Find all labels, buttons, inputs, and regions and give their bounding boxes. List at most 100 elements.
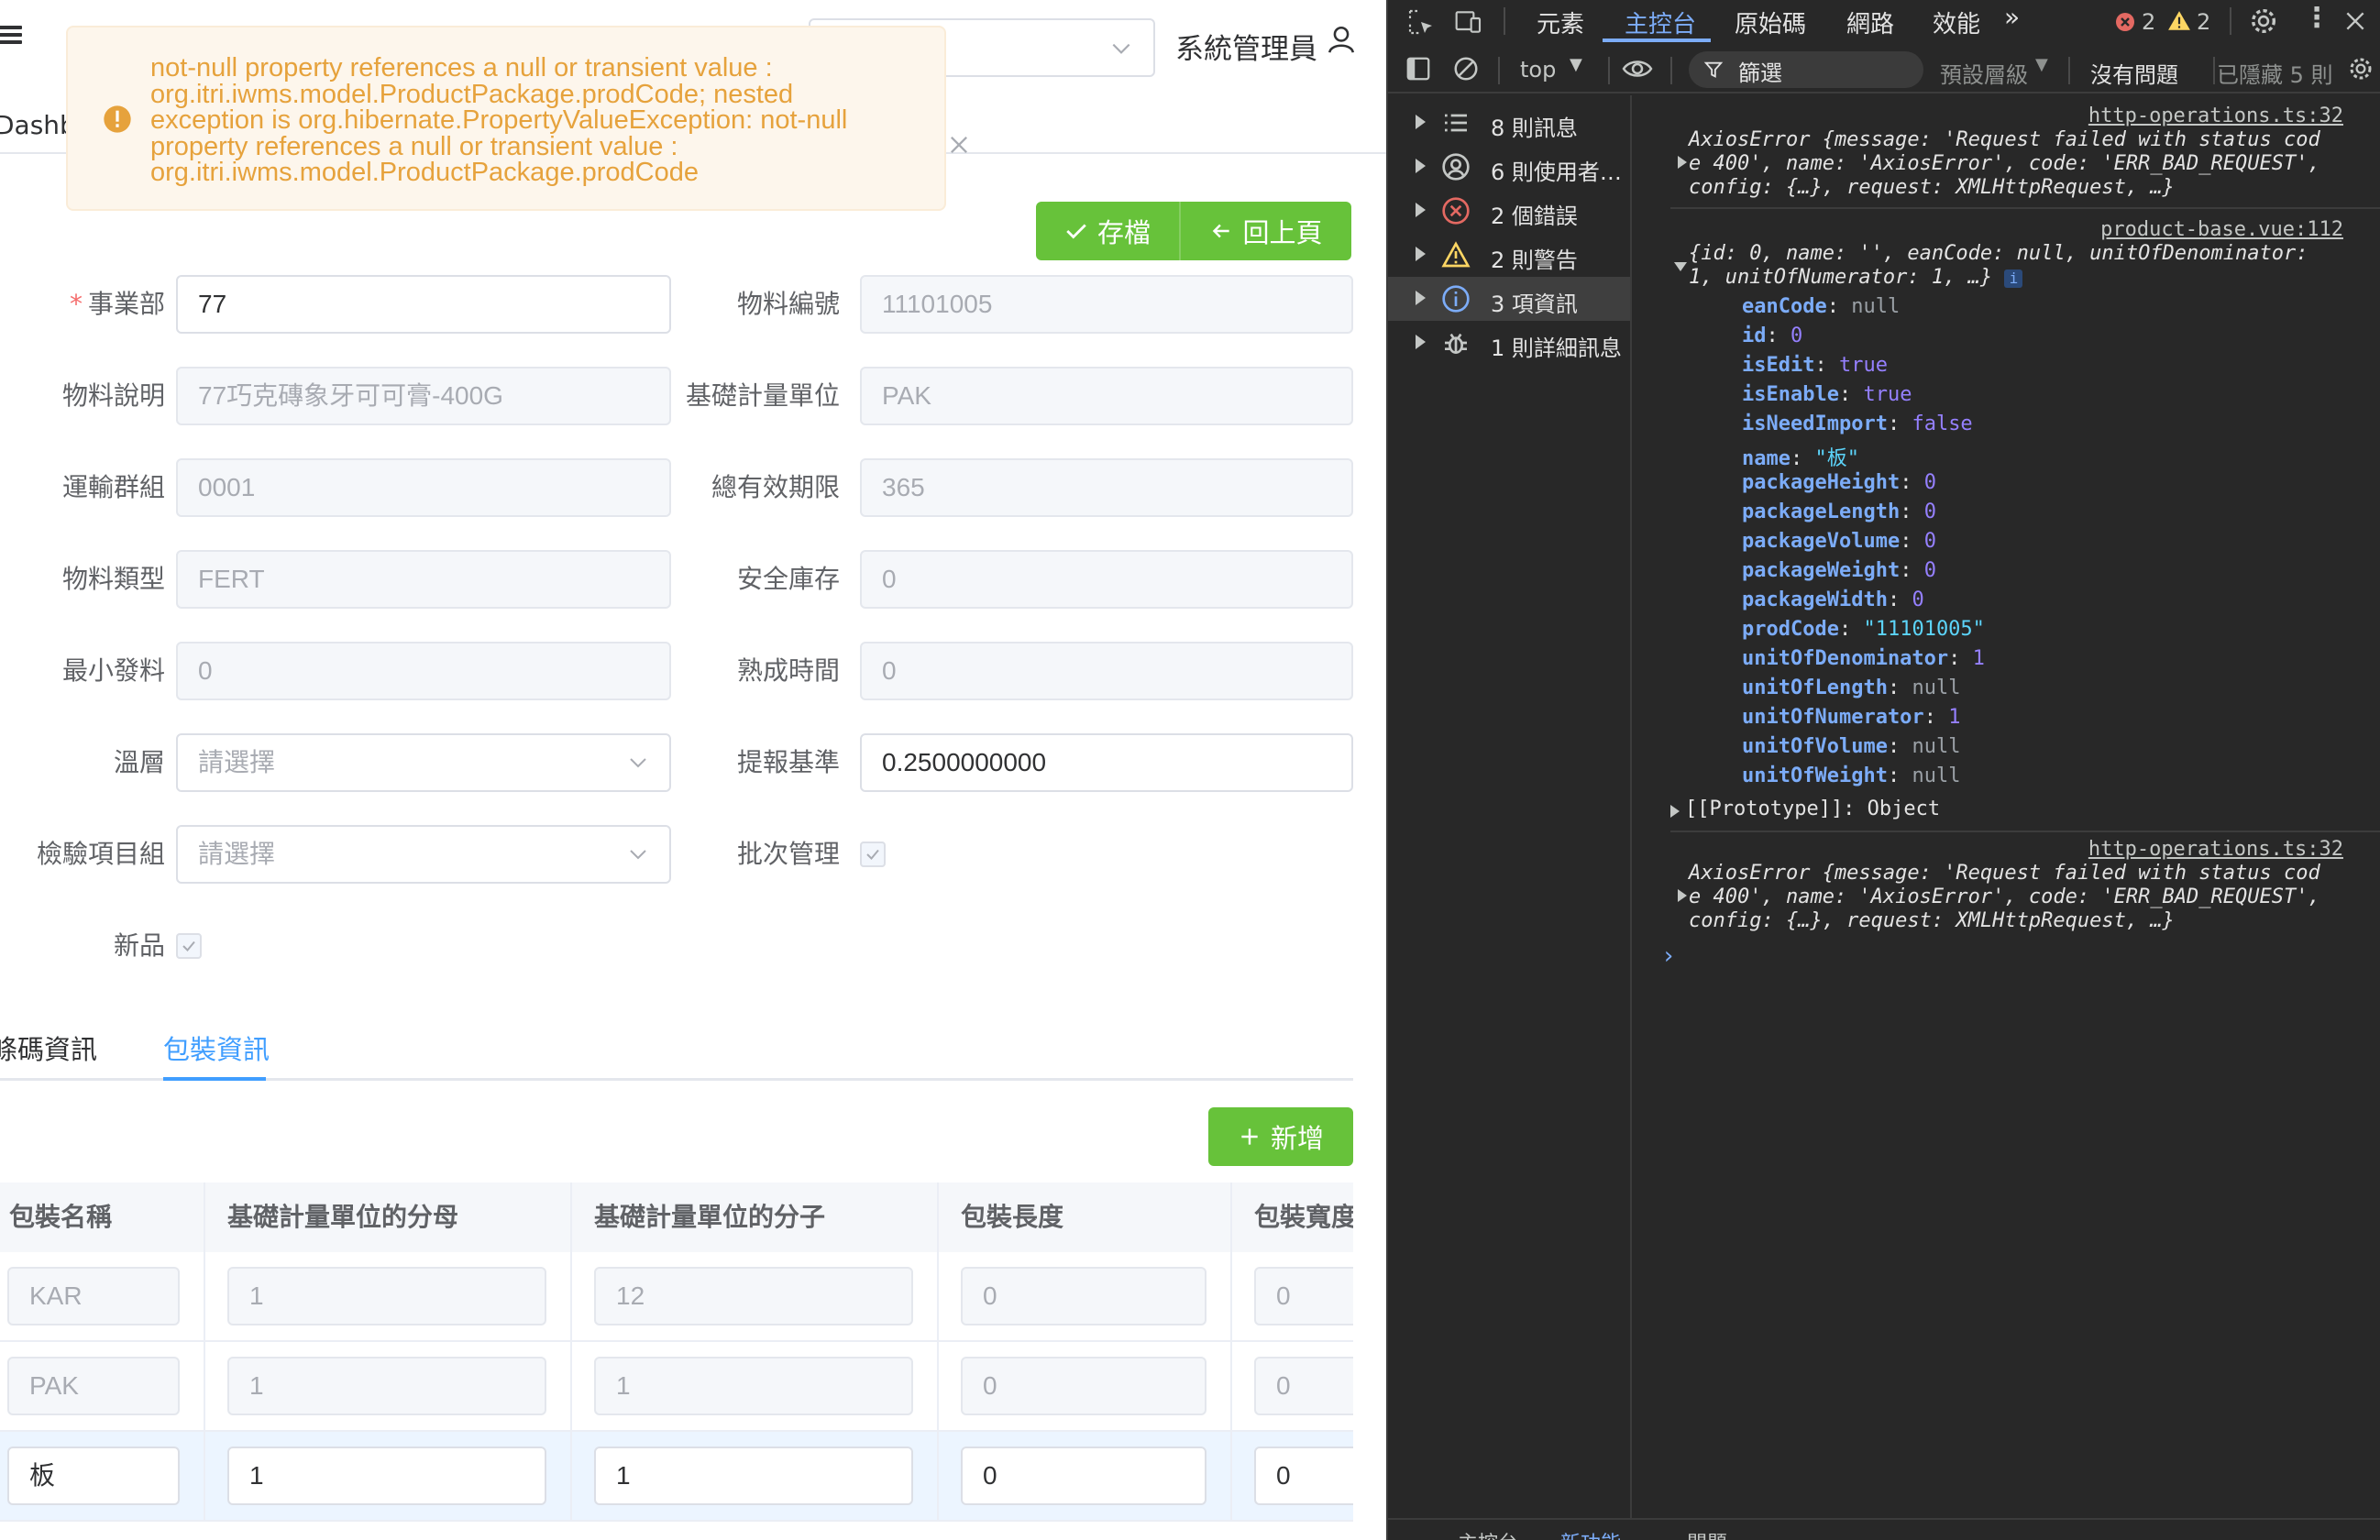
list-icon [1445,114,1467,132]
app-panel: 系統管理員 Dashbo not-null property reference… [0,0,1386,1540]
sidebar-item-info[interactable]: 3 項資訊 [1388,277,1630,321]
check-icon [866,849,879,860]
new-product-checkbox[interactable] [176,933,202,959]
user-icon[interactable] [1326,24,1357,55]
add-label: 新增 [1270,1123,1324,1154]
alert-message: not-null property references a null or t… [150,53,848,187]
sidebar-item-messages[interactable]: 8 則訊息 [1388,101,1630,145]
expand-arrow-icon[interactable] [1670,805,1680,818]
tab-console[interactable]: 主控台 [1625,6,1696,39]
user-name[interactable]: 系統管理員 [1175,26,1317,67]
sidebar-toggle-icon[interactable] [1405,55,1432,82]
drawer-tab-console[interactable]: 主控台 [1458,1527,1518,1540]
object-property: packageWidth: 0 [1742,588,1924,611]
info-badge-icon[interactable]: i [2004,270,2023,288]
object-property: packageHeight: 0 [1742,471,1936,494]
warning-count[interactable]: 2 [2197,9,2210,35]
close-icon[interactable] [2343,9,2367,33]
denominator-input[interactable]: 1 [227,1446,546,1505]
table-header-cell: 包裝名稱 [0,1182,205,1252]
back-button[interactable]: 回上頁 [1181,202,1351,260]
save-label: 存檔 [1096,217,1151,248]
console-message-line: config: {…}, request: XMLHttpRequest, …} [1689,176,2175,199]
shelf-life-label: 總有效期限 [711,472,840,502]
package-name-input[interactable]: 板 [7,1446,180,1505]
division-input[interactable]: 77 [176,275,671,334]
expand-arrow-icon[interactable] [1678,156,1687,169]
add-package-button[interactable]: 新增 [1208,1107,1353,1166]
arrow-left-icon [1213,224,1230,238]
table-row: PAK 1 1 0 0 [0,1342,1353,1432]
material-desc-input: 77巧克磚象牙可可膏-400G [176,367,671,425]
numerator-input[interactable]: 1 [594,1446,913,1505]
action-button-group: 存檔 回上頁 [1036,202,1351,260]
console-message-line: 1, unitOfNumerator: 1, …} i [1689,266,2023,289]
more-tabs-icon[interactable]: » [2004,2,2020,32]
base-unit-input: PAK [860,367,1353,425]
warning-icon[interactable] [2167,9,2191,33]
numerator-input: 1 [594,1357,913,1415]
source-link[interactable]: http-operations.ts:32 [2088,838,2343,861]
length-input: 0 [961,1267,1207,1326]
expand-arrow-icon[interactable] [1678,889,1687,902]
close-icon[interactable] [946,132,972,158]
log-level-selector[interactable]: 預設層級 [1940,57,2028,89]
maturity-time-input: 0 [860,642,1353,700]
device-toolbar-icon[interactable] [1454,7,1483,37]
clear-console-icon[interactable] [1452,55,1480,82]
sidebar-item-user-messages[interactable]: 6 則使用者… [1388,145,1630,189]
material-no-input: 11101005 [860,275,1353,334]
error-icon[interactable] [2114,11,2136,33]
devtools-main-toolbar: 元素 主控台 原始碼 網路 效能 » 2 2 ⋮ [1388,0,2380,42]
drawer-tab-issues[interactable]: 問題 [1687,1527,1727,1540]
more-options-icon[interactable]: ⋮ [2303,2,2330,34]
devtools-drawer: 主控台 新功能 問題 [1388,1518,2380,1540]
sidebar-item-errors[interactable]: 2 個錯誤 [1388,189,1630,233]
tab-barcode-info[interactable]: 條碼資訊 [0,1028,97,1067]
gear-icon[interactable] [2347,55,2374,82]
error-count[interactable]: 2 [2142,9,2155,35]
gear-icon[interactable] [2248,6,2279,37]
source-link[interactable]: product-base.vue:112 [2100,218,2343,241]
sidebar-item-verbose[interactable]: 1 則詳細訊息 [1388,321,1630,365]
safety-stock-input: 0 [860,550,1353,609]
issues-button[interactable]: 沒有問題 [2090,57,2178,89]
table-header-cell: 基礎計量單位的分母 [205,1182,572,1252]
package-name-input: KAR [7,1267,180,1326]
save-button[interactable]: 存檔 [1036,202,1181,260]
batch-mgmt-checkbox[interactable] [860,842,886,867]
filter-input[interactable] [1689,51,1923,88]
drawer-tab-whats-new[interactable]: 新功能 [1560,1527,1621,1540]
length-input[interactable]: 0 [961,1446,1207,1505]
denominator-input: 1 [227,1357,546,1415]
collapse-arrow-icon[interactable] [1674,262,1687,271]
new-product-label: 新品 [113,930,165,961]
menu-icon[interactable] [0,22,22,50]
tab-package-info[interactable]: 包裝資訊 [163,1028,270,1067]
eye-icon[interactable] [1621,55,1654,82]
report-basis-input[interactable]: 0.2500000000 [860,733,1353,792]
source-link[interactable]: http-operations.ts:32 [2088,104,2343,127]
caret-down-icon: ▼ [2035,55,2048,74]
tab-sources[interactable]: 原始碼 [1735,6,1806,39]
sidebar-item-warnings[interactable]: 2 則警告 [1388,233,1630,277]
object-property: id: 0 [1742,324,1803,347]
console-prompt-icon[interactable]: › [1661,942,1676,970]
table-header-cell: 基礎計量單位的分子 [572,1182,939,1252]
table-header-cell: 包裝長度 [939,1182,1232,1252]
temp-layer-select[interactable]: 請選擇 [176,733,671,792]
table-header-cell: 包裝寬度 [1232,1182,1353,1252]
tab-active-indicator [163,1077,266,1081]
min-issue-label: 最小發料 [61,655,165,686]
tab-performance[interactable]: 效能 [1933,6,1980,39]
inspect-element-icon[interactable] [1406,7,1436,37]
object-property: isEnable: true [1742,383,1912,406]
width-input: 0 [1254,1357,1353,1415]
tab-elements[interactable]: 元素 [1537,6,1584,39]
width-input[interactable]: 0 [1254,1446,1353,1505]
console-message-line: AxiosError {message: 'Request failed wit… [1689,862,2320,885]
context-selector[interactable]: top [1520,57,1556,82]
inspection-group-label: 檢驗項目組 [36,839,165,869]
inspection-group-select[interactable]: 請選擇 [176,825,671,884]
tab-network[interactable]: 網路 [1846,6,1894,39]
